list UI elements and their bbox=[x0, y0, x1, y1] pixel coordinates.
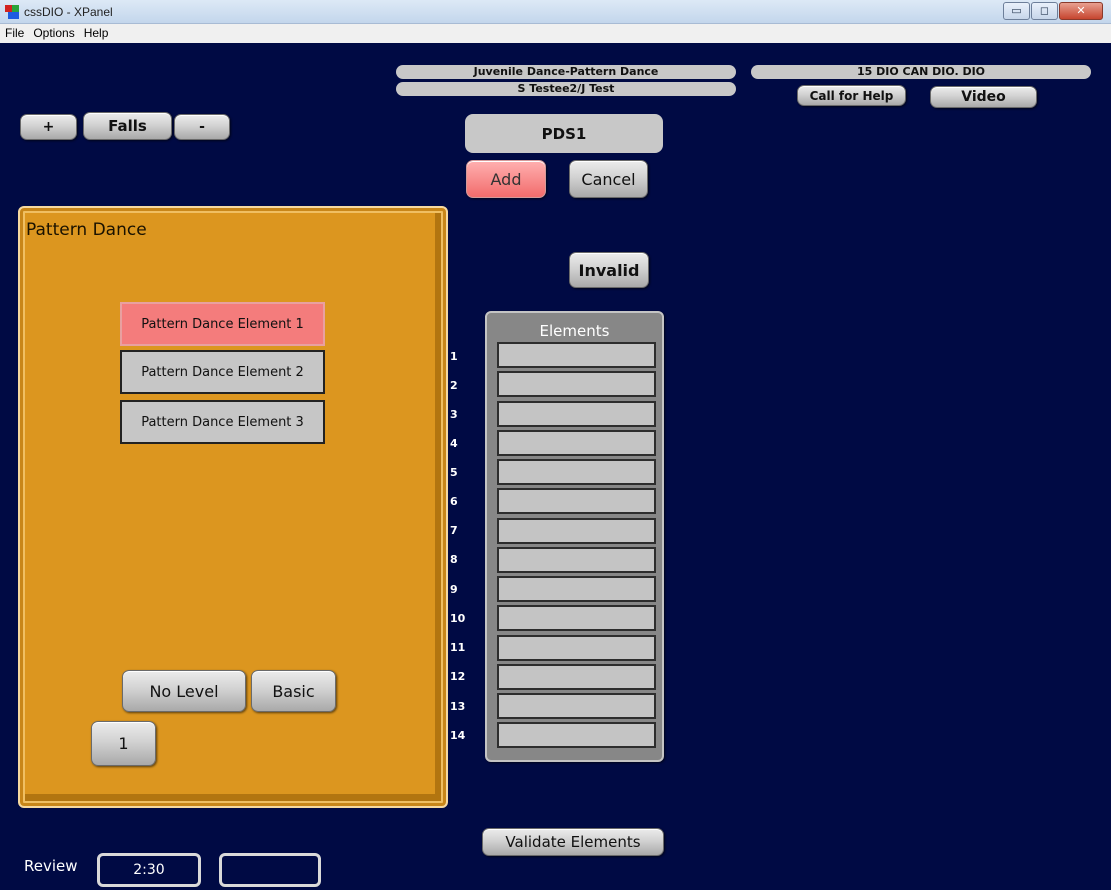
row-number: 6 bbox=[450, 495, 458, 508]
sequence-1-button[interactable]: 1 bbox=[91, 721, 156, 766]
skater-names: S Testee2/J Test bbox=[396, 82, 736, 96]
element-slot-4[interactable] bbox=[497, 430, 656, 456]
validate-elements-button[interactable]: Validate Elements bbox=[482, 828, 664, 856]
row-number: 2 bbox=[450, 379, 458, 392]
elements-title: Elements bbox=[539, 322, 610, 340]
cancel-button[interactable]: Cancel bbox=[569, 160, 648, 198]
panel-title: Pattern Dance bbox=[26, 220, 147, 240]
menu-file[interactable]: File bbox=[0, 24, 28, 43]
row-number: 5 bbox=[450, 466, 458, 479]
row-number: 3 bbox=[450, 408, 458, 421]
element-slot-3[interactable] bbox=[497, 401, 656, 427]
close-icon: ✕ bbox=[1076, 4, 1086, 17]
row-number: 13 bbox=[450, 700, 466, 713]
element-slot-5[interactable] bbox=[497, 459, 656, 485]
element-slot-9[interactable] bbox=[497, 576, 656, 602]
falls-plus-button[interactable]: + bbox=[20, 114, 77, 140]
element-slot-12[interactable] bbox=[497, 664, 656, 690]
current-element-display: PDS1 bbox=[465, 114, 663, 153]
element-slot-11[interactable] bbox=[497, 635, 656, 661]
falls-minus-button[interactable]: - bbox=[174, 114, 230, 140]
review-time[interactable]: 2:30 bbox=[97, 853, 201, 887]
close-button[interactable]: ✕ bbox=[1059, 2, 1103, 20]
element-slot-1[interactable] bbox=[497, 342, 656, 368]
maximize-button[interactable]: ◻ bbox=[1031, 2, 1058, 20]
row-number: 11 bbox=[450, 641, 466, 654]
row-number: 9 bbox=[450, 583, 458, 596]
invalid-button[interactable]: Invalid bbox=[569, 252, 649, 288]
event-name: Juvenile Dance-Pattern Dance bbox=[396, 65, 736, 79]
menu-help[interactable]: Help bbox=[79, 24, 113, 43]
pattern-element-3-button[interactable]: Pattern Dance Element 3 bbox=[120, 400, 325, 444]
row-number: 10 bbox=[450, 612, 466, 625]
no-level-button[interactable]: No Level bbox=[122, 670, 246, 712]
pattern-element-2-button[interactable]: Pattern Dance Element 2 bbox=[120, 350, 325, 394]
pattern-element-1-button[interactable]: Pattern Dance Element 1 bbox=[120, 302, 325, 346]
video-button[interactable]: Video bbox=[930, 86, 1037, 108]
elements-list: Elements bbox=[485, 311, 664, 762]
window-title: cssDIO - XPanel bbox=[24, 5, 113, 19]
row-number: 7 bbox=[450, 524, 458, 537]
minimize-button[interactable]: ▭ bbox=[1003, 2, 1030, 20]
title-bar: cssDIO - XPanel ▭ ◻ ✕ bbox=[0, 0, 1111, 24]
review-label: Review bbox=[24, 857, 78, 875]
basic-button[interactable]: Basic bbox=[251, 670, 336, 712]
element-slot-13[interactable] bbox=[497, 693, 656, 719]
menu-bar: File Options Help bbox=[0, 24, 1111, 43]
row-number: 14 bbox=[450, 729, 466, 742]
pattern-dance-panel: Pattern Dance Pattern Dance Element 1 Pa… bbox=[18, 206, 448, 808]
call-for-help-button[interactable]: Call for Help bbox=[797, 85, 906, 106]
falls-button[interactable]: Falls bbox=[83, 112, 172, 140]
maximize-icon: ◻ bbox=[1039, 4, 1050, 17]
element-slot-10[interactable] bbox=[497, 605, 656, 631]
element-slot-6[interactable] bbox=[497, 488, 656, 514]
row-number: 12 bbox=[450, 670, 466, 683]
minimize-icon: ▭ bbox=[1011, 4, 1022, 17]
app-icon bbox=[5, 5, 19, 19]
element-slot-8[interactable] bbox=[497, 547, 656, 573]
element-slot-7[interactable] bbox=[497, 518, 656, 544]
row-number: 1 bbox=[450, 350, 458, 363]
menu-options[interactable]: Options bbox=[28, 24, 78, 43]
add-button[interactable]: Add bbox=[466, 160, 546, 198]
row-number: 4 bbox=[450, 437, 458, 450]
element-slot-14[interactable] bbox=[497, 722, 656, 748]
element-slot-2[interactable] bbox=[497, 371, 656, 397]
review-extra-box[interactable] bbox=[219, 853, 321, 887]
panel-id: 15 DIO CAN DIO. DIO bbox=[751, 65, 1091, 79]
row-number: 8 bbox=[450, 553, 458, 566]
